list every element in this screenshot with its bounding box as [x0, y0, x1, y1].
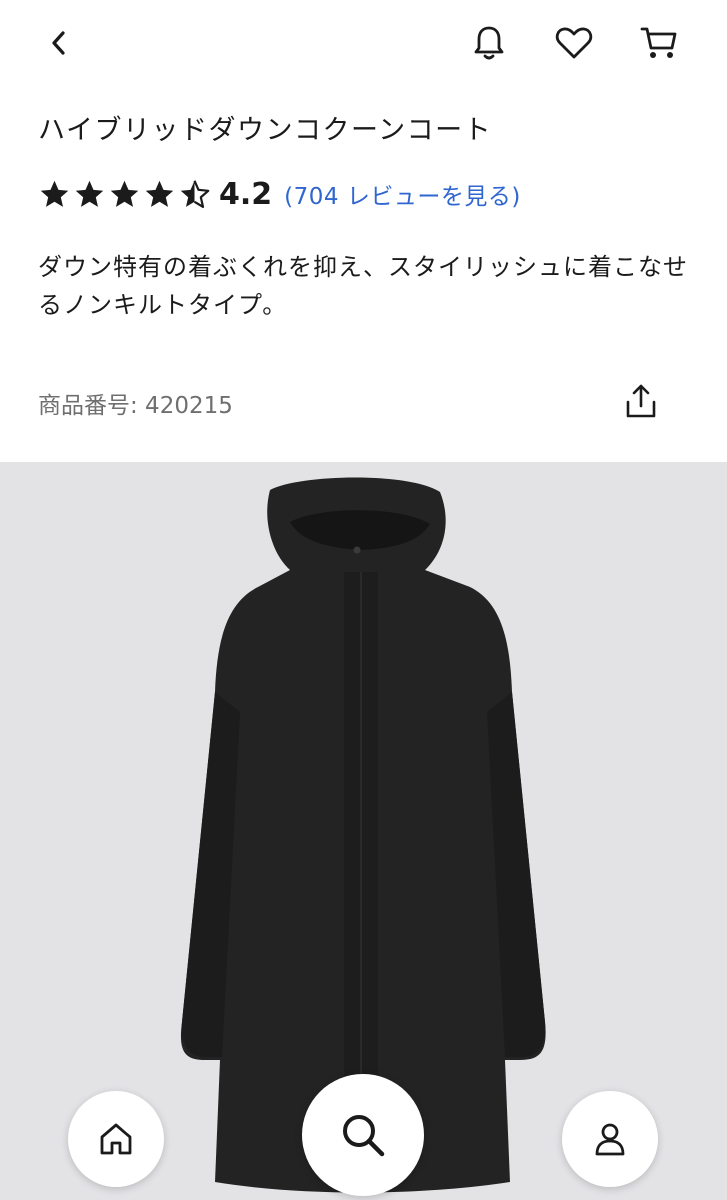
search-button[interactable] — [302, 1074, 424, 1196]
notifications-button[interactable] — [466, 20, 512, 66]
back-button[interactable] — [36, 20, 82, 66]
product-description: ダウン特有の着ぶくれを抑え、スタイリッシュに着こなせるノンキルトタイプ。 — [38, 253, 688, 319]
bell-icon — [474, 26, 504, 60]
rating-value: 4.2 — [219, 176, 273, 212]
home-icon — [100, 1123, 132, 1155]
product-title: ハイブリッドダウンコクーンコート — [38, 115, 493, 146]
cart-button[interactable] — [636, 20, 682, 66]
cart-icon — [640, 27, 677, 58]
star-icon — [110, 180, 139, 207]
rating-stars — [38, 178, 213, 211]
share-icon — [626, 384, 656, 418]
account-button[interactable] — [562, 1091, 658, 1187]
star-icon — [145, 180, 174, 207]
half-star-icon — [180, 179, 210, 208]
user-icon — [595, 1123, 625, 1156]
star-icon — [40, 180, 69, 207]
heart-icon — [555, 27, 593, 59]
product-number: 商品番号: 420215 — [38, 393, 233, 419]
share-button[interactable] — [618, 378, 664, 424]
reviews-link[interactable]: (704 レビューを見る) — [284, 177, 521, 211]
star-icon — [75, 180, 104, 207]
home-button[interactable] — [68, 1091, 164, 1187]
top-bar — [0, 0, 727, 90]
rating-row: 4.2 (704 レビューを見る) — [38, 172, 521, 216]
chevron-left-icon — [52, 31, 65, 55]
favorite-button[interactable] — [551, 20, 597, 66]
search-icon — [343, 1115, 385, 1157]
